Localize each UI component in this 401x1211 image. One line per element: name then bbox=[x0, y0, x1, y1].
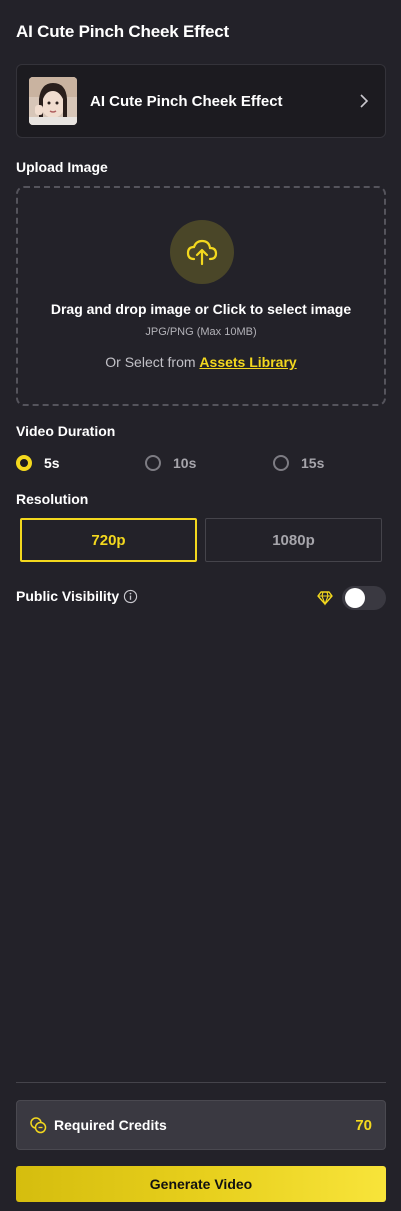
visibility-toggle[interactable] bbox=[342, 586, 386, 610]
assets-prefix-text: Or Select from bbox=[105, 354, 200, 370]
info-icon[interactable] bbox=[123, 589, 138, 604]
effect-thumbnail bbox=[29, 77, 77, 125]
radio-unchecked-icon bbox=[145, 455, 161, 471]
assets-library-prompt: Or Select from Assets Library bbox=[18, 354, 384, 370]
toggle-knob bbox=[345, 588, 365, 608]
credits-label: Required Credits bbox=[54, 1117, 167, 1133]
cloud-upload-icon bbox=[186, 239, 218, 266]
duration-option-label: 5s bbox=[44, 455, 60, 471]
page-title: AI Cute Pinch Cheek Effect bbox=[16, 22, 230, 41]
coins-icon bbox=[30, 1117, 47, 1134]
upload-dropzone[interactable]: Drag and drop image or Click to select i… bbox=[16, 186, 386, 406]
upload-label: Upload Image bbox=[16, 159, 108, 175]
chevron-right-icon bbox=[360, 94, 369, 108]
resolution-1080p-button[interactable]: 1080p bbox=[205, 518, 382, 562]
visibility-row: Public Visibility bbox=[16, 588, 138, 604]
divider bbox=[16, 1082, 386, 1083]
duration-option-10s[interactable]: 10s bbox=[145, 455, 196, 471]
duration-option-15s[interactable]: 15s bbox=[273, 455, 324, 471]
radio-unchecked-icon bbox=[273, 455, 289, 471]
duration-option-5s[interactable]: 5s bbox=[16, 455, 60, 471]
resolution-label: Resolution bbox=[16, 491, 89, 507]
visibility-label: Public Visibility bbox=[16, 588, 120, 604]
assets-library-link[interactable]: Assets Library bbox=[199, 354, 296, 370]
radio-checked-icon bbox=[16, 455, 32, 471]
upload-button[interactable] bbox=[170, 220, 234, 284]
resolution-720p-button[interactable]: 720p bbox=[20, 518, 197, 562]
generate-video-button[interactable]: Generate Video bbox=[16, 1166, 386, 1202]
required-credits-panel: Required Credits 70 bbox=[16, 1100, 386, 1150]
credits-value: 70 bbox=[355, 1116, 372, 1134]
diamond-icon bbox=[317, 591, 333, 606]
duration-label: Video Duration bbox=[16, 423, 116, 439]
effect-name: AI Cute Pinch Cheek Effect bbox=[90, 92, 283, 110]
duration-option-label: 15s bbox=[301, 455, 325, 471]
upload-instructions: Drag and drop image or Click to select i… bbox=[50, 301, 352, 317]
effect-selector[interactable]: AI Cute Pinch Cheek Effect bbox=[16, 64, 386, 138]
upload-format-hint: JPG/PNG (Max 10MB) bbox=[145, 326, 257, 338]
duration-option-label: 10s bbox=[173, 455, 197, 471]
